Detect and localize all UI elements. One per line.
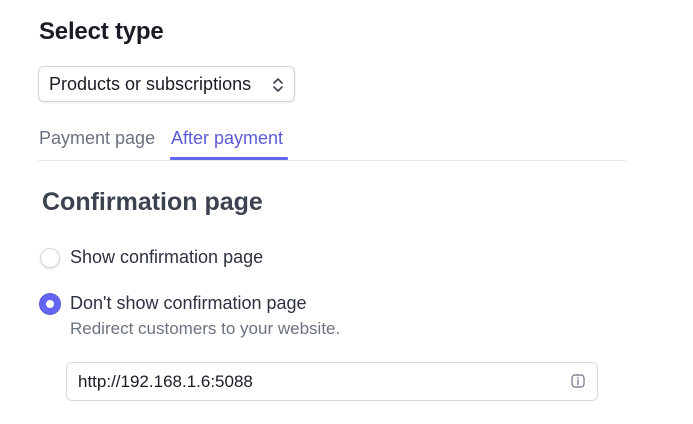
dont-show-confirmation-radio[interactable] [40,294,60,314]
type-select[interactable]: Products or subscriptions [38,66,295,102]
dont-show-confirmation-label[interactable]: Don't show confirmation page [70,293,307,314]
type-select-value: Products or subscriptions [49,73,252,94]
show-confirmation-radio[interactable] [40,248,60,268]
tab-bar: Payment page After payment [38,128,626,161]
tab-payment-page[interactable]: Payment page [39,128,155,159]
confirmation-page-title: Confirmation page [42,188,263,216]
show-confirmation-label[interactable]: Show confirmation page [70,247,263,268]
redirect-url-input[interactable] [66,362,598,401]
tab-after-payment[interactable]: After payment [171,128,283,159]
select-type-title: Select type [39,18,164,45]
info-icon[interactable] [571,374,585,388]
chevron-up-down-icon [273,78,283,92]
active-tab-indicator [170,157,288,160]
redirect-description: Redirect customers to your website. [70,319,341,338]
